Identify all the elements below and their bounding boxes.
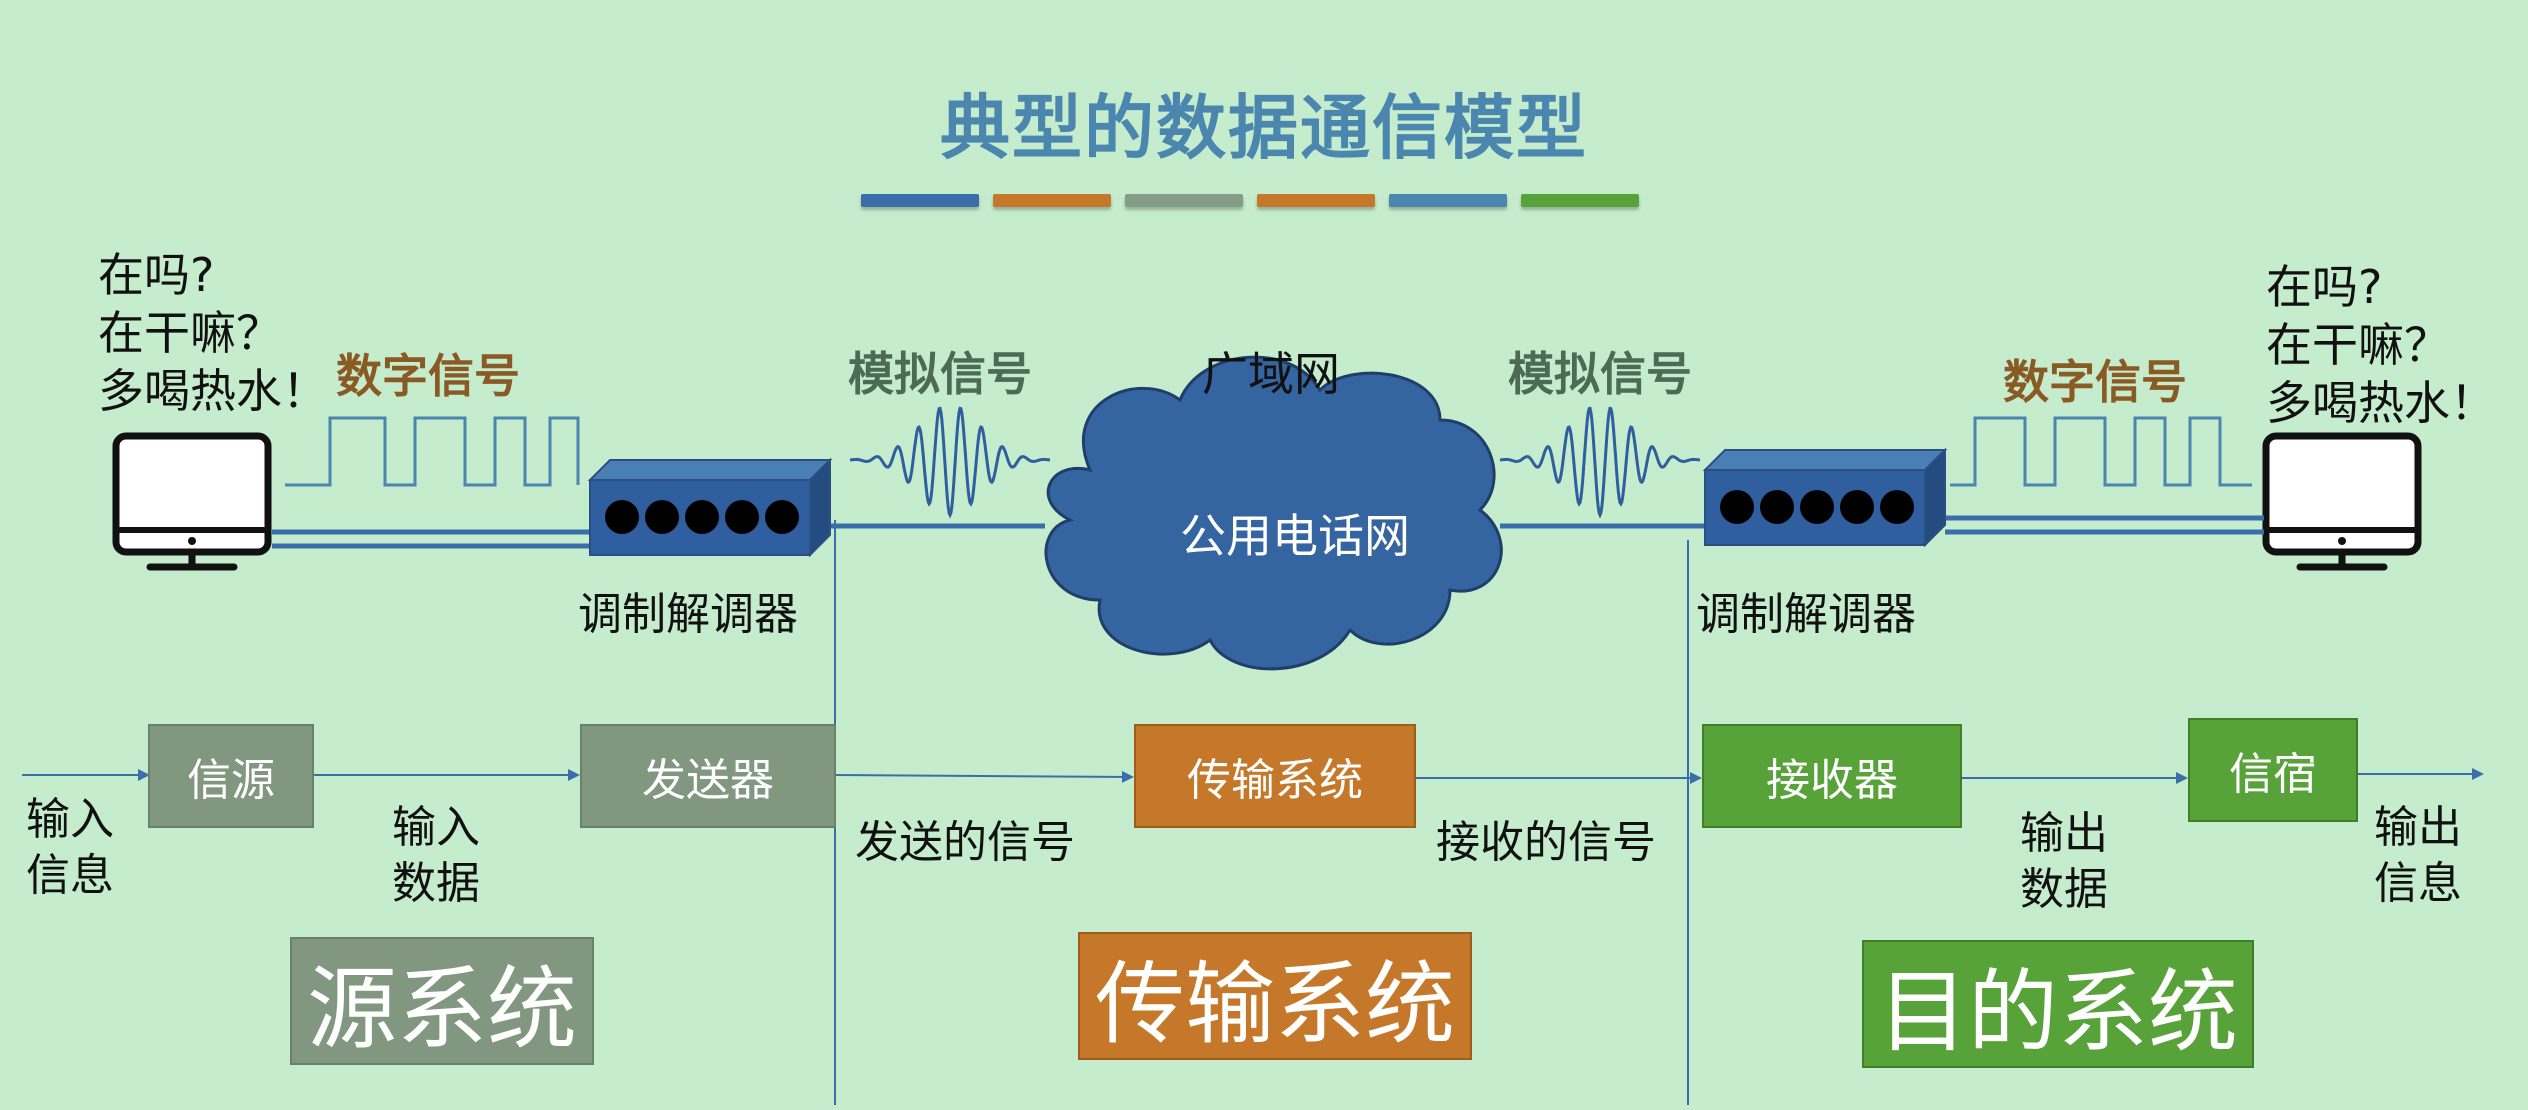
sent-signal-label: 发送的信号 xyxy=(855,817,1075,868)
destination-system-box: 目的系统 xyxy=(1862,940,2254,1068)
destination-box: 信宿 xyxy=(2188,718,2358,822)
transmission-system-box: 传输系统 xyxy=(1134,724,1416,828)
source-system-box: 源系统 xyxy=(290,937,594,1065)
analog-waveform xyxy=(849,406,1051,519)
chat-line: 在吗? xyxy=(98,248,215,302)
output-info-label: 输出 信息 xyxy=(2374,802,2462,909)
monitor-icon xyxy=(2262,432,2422,571)
input-data-label: 输入 数据 xyxy=(392,802,480,909)
receiver-box: 接收器 xyxy=(1702,724,1962,828)
transmitter-box: 发送器 xyxy=(580,724,836,828)
modem-icon xyxy=(1702,447,1948,548)
transmission-system-section-box: 传输系统 xyxy=(1078,932,1472,1060)
right-chat: 在吗? 在干嘛？ 多喝热水！ xyxy=(2266,258,2496,432)
chat-line: 多喝热水！ xyxy=(98,364,328,418)
wan-label: 广域网 xyxy=(1202,347,1340,401)
chat-line: 在吗? xyxy=(2266,260,2383,314)
analog-signal-label: 模拟信号 xyxy=(1508,347,1692,401)
input-info-label: 输入 信息 xyxy=(26,794,114,901)
modem-label: 调制解调器 xyxy=(578,589,798,640)
left-chat: 在吗? 在干嘛？ 多喝热水！ xyxy=(98,246,328,420)
modem-label: 调制解调器 xyxy=(1696,589,1916,640)
analog-waveform xyxy=(1499,406,1701,519)
cloud-label: 公用电话网 xyxy=(1180,509,1410,563)
output-data-label: 输出 数据 xyxy=(2020,808,2108,915)
digital-waveform xyxy=(285,416,580,487)
monitor-icon xyxy=(112,432,272,571)
analog-signal-label: 模拟信号 xyxy=(848,347,1032,401)
received-signal-label: 接收的信号 xyxy=(1436,817,1656,868)
chat-line: 在干嘛？ xyxy=(98,306,282,360)
source-box: 信源 xyxy=(148,724,314,828)
modem-icon xyxy=(587,457,833,558)
digital-waveform xyxy=(1950,416,2252,487)
digital-signal-label: 数字信号 xyxy=(336,349,520,403)
chat-line: 多喝热水！ xyxy=(2266,376,2496,430)
digital-signal-label: 数字信号 xyxy=(2003,355,2187,409)
chat-line: 在干嘛？ xyxy=(2266,318,2450,372)
